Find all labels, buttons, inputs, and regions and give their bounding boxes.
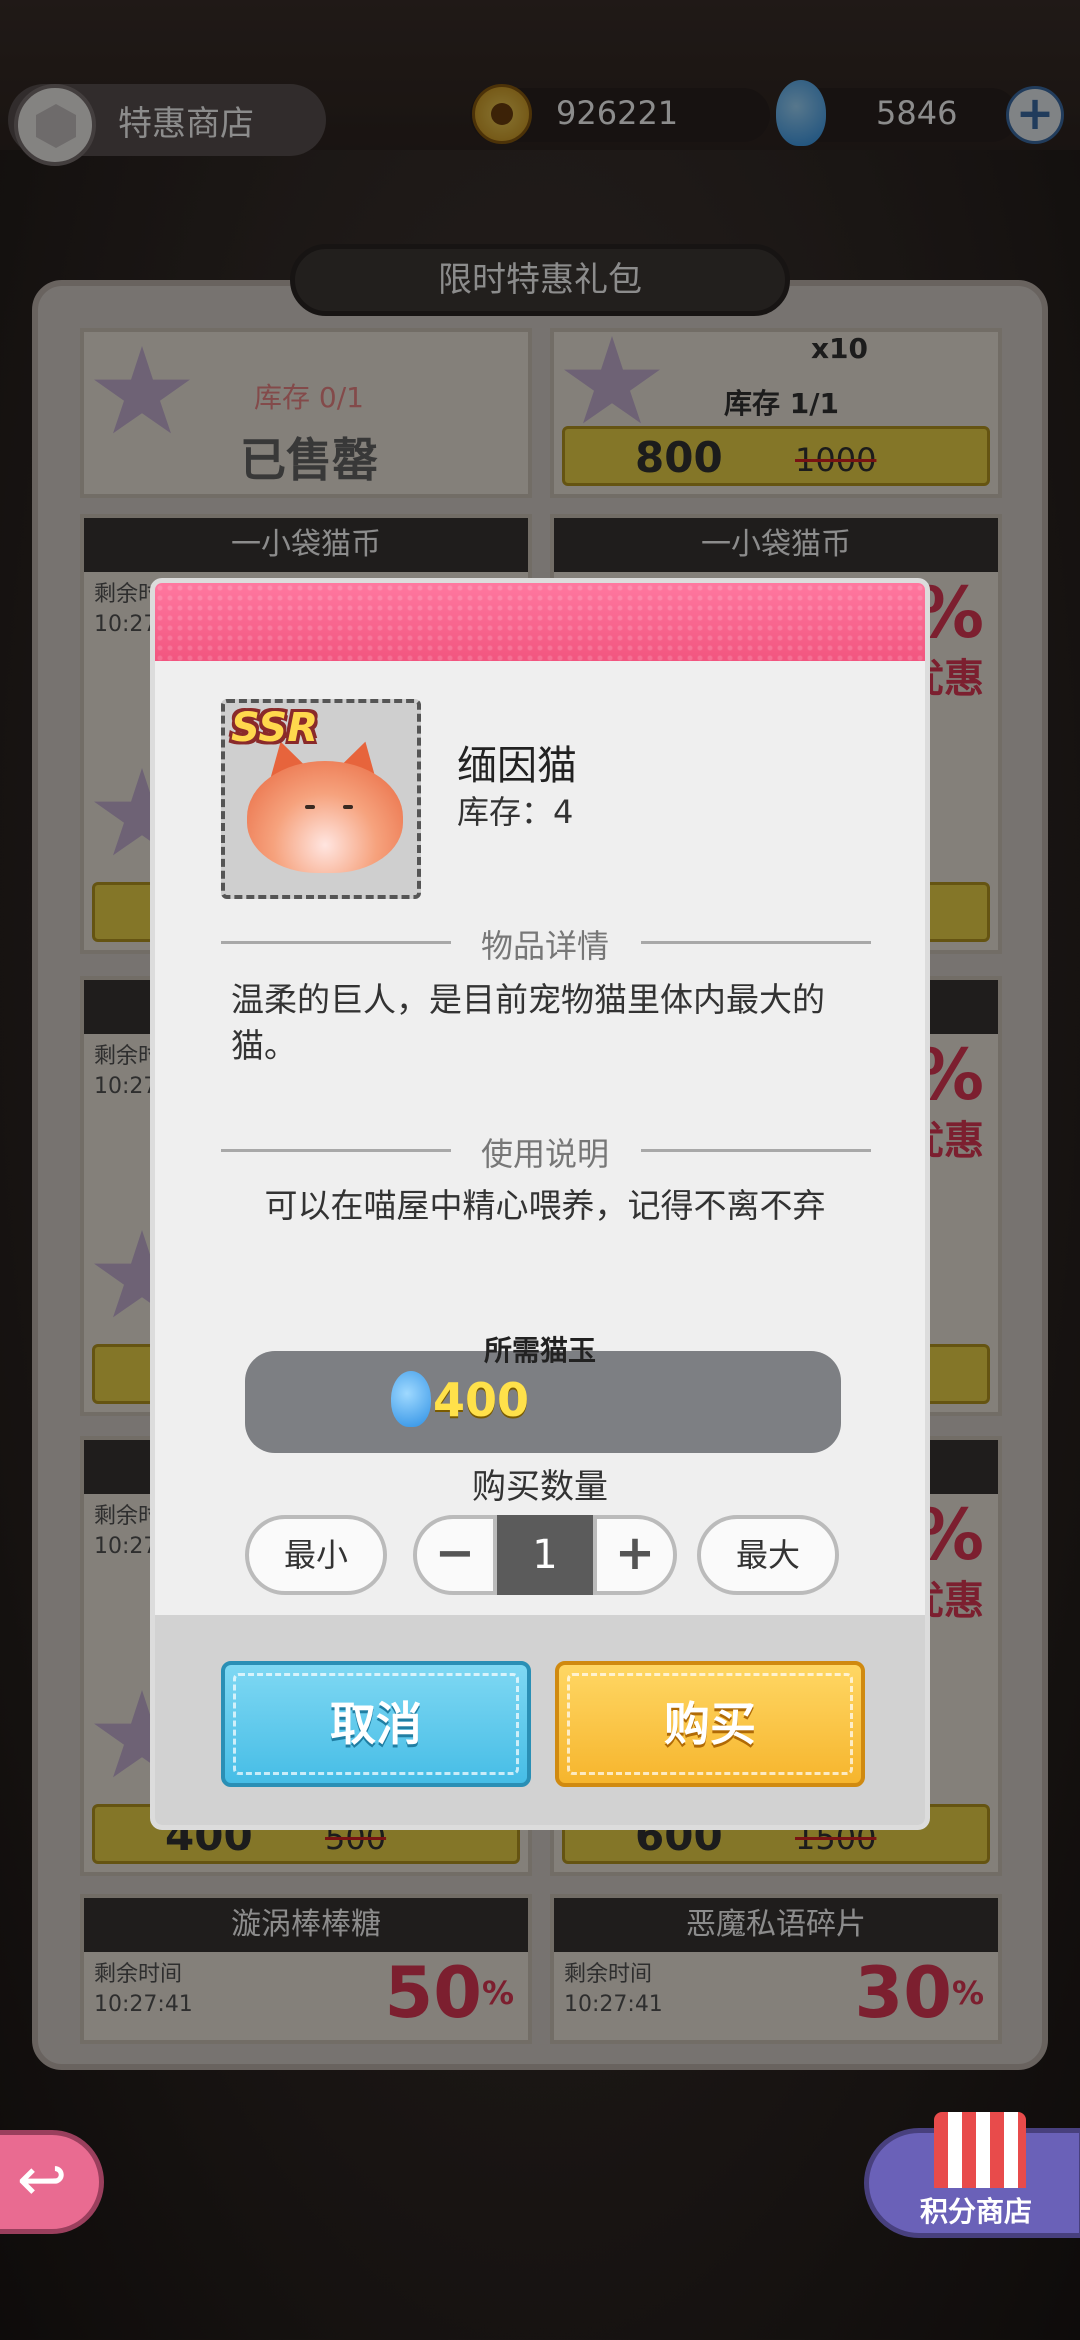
increase-quantity-button[interactable]: + xyxy=(593,1515,677,1595)
panel-title: 限时特惠礼包 xyxy=(290,244,790,316)
cancel-button[interactable]: 取消 xyxy=(221,1661,531,1787)
coin-icon xyxy=(472,84,532,144)
cost-label: 所需猫玉 xyxy=(483,1334,596,1367)
max-quantity-button[interactable]: 最大 xyxy=(697,1515,839,1595)
buy-button[interactable]: 购买 xyxy=(555,1661,865,1787)
divider xyxy=(641,941,871,944)
cancel-label: 取消 xyxy=(330,1697,422,1751)
details-title: 物品详情 xyxy=(480,927,609,965)
coin-amount: 926221 xyxy=(556,94,679,132)
card-old-price: 1000 xyxy=(795,441,877,479)
buy-label: 购买 xyxy=(664,1697,756,1751)
points-shop-label: 积分商店 xyxy=(920,2195,1033,2228)
gem-icon xyxy=(391,1371,431,1427)
add-gems-button[interactable]: + xyxy=(1006,86,1064,144)
cat-icon xyxy=(247,761,403,873)
rarity-badge: SSR xyxy=(231,705,318,751)
card-timer: 剩余时间 10:27:41 xyxy=(94,1962,193,2017)
item-name: 缅因猫 xyxy=(457,743,577,789)
quantity-label: 购买数量 xyxy=(472,1467,608,1507)
decrease-quantity-button[interactable]: − xyxy=(413,1515,497,1595)
card-title: 一小袋猫币 xyxy=(84,518,528,572)
card-title: 恶魔私语碎片 xyxy=(554,1898,998,1952)
divider xyxy=(641,1149,871,1152)
shop-card[interactable]: 漩涡棒棒糖 剩余时间 10:27:41 50% xyxy=(80,1894,532,2044)
item-stock: 库存：4 xyxy=(457,793,574,831)
shop-card[interactable]: x10 库存 1/1 800 1000 xyxy=(550,328,1002,498)
card-timer: 剩余时间 10:27:41 xyxy=(564,1962,663,2017)
purchase-dialog: SSR 缅因猫 库存：4 物品详情 温柔的巨人，是目前宠物猫里体内最大的猫。 使… xyxy=(150,578,930,1830)
card-title: 一小袋猫币 xyxy=(554,518,998,572)
gem-icon xyxy=(776,80,826,146)
card-price: 800 xyxy=(635,433,723,482)
details-text: 温柔的巨人，是目前宠物猫里体内最大的猫。 xyxy=(231,980,825,1065)
shop-icon xyxy=(14,84,96,166)
card-discount: 50% xyxy=(384,1952,514,2034)
shop-title: 特惠商店 xyxy=(118,104,254,144)
item-image-frame: SSR xyxy=(221,699,421,899)
shop-card[interactable]: 库存 0/1 已售罄 xyxy=(80,328,532,498)
back-button[interactable]: ↩ xyxy=(0,2130,104,2234)
usage-title: 使用说明 xyxy=(480,1135,609,1173)
cost-value: 400 xyxy=(433,1373,530,1427)
quantity-value: 1 xyxy=(497,1515,593,1595)
card-title: 漩涡棒棒糖 xyxy=(84,1898,528,1952)
sold-out-label: 已售罄 xyxy=(240,433,378,487)
value-badge-icon xyxy=(94,346,190,434)
shop-card[interactable]: 恶魔私语碎片 剩余时间 10:27:41 30% xyxy=(550,1894,1002,2044)
card-stock: 库存 1/1 xyxy=(724,387,839,420)
min-quantity-button[interactable]: 最小 xyxy=(245,1515,387,1595)
price-bar: 800 1000 xyxy=(562,426,990,486)
card-quantity: x10 xyxy=(810,332,868,365)
divider xyxy=(221,941,451,944)
value-badge-icon xyxy=(564,336,660,424)
usage-text: 可以在喵屋中精心喂养，记得不离不弃 xyxy=(264,1186,826,1225)
quantity-stepper: − 1 + xyxy=(413,1515,677,1595)
dialog-header xyxy=(155,583,925,661)
shop-stall-icon xyxy=(934,2112,1026,2188)
back-arrow-icon: ↩ xyxy=(16,2145,68,2215)
divider xyxy=(221,1149,451,1152)
card-stock: 库存 0/1 xyxy=(254,381,364,414)
card-discount: 30% xyxy=(854,1952,984,2034)
gem-amount: 5846 xyxy=(876,94,958,132)
